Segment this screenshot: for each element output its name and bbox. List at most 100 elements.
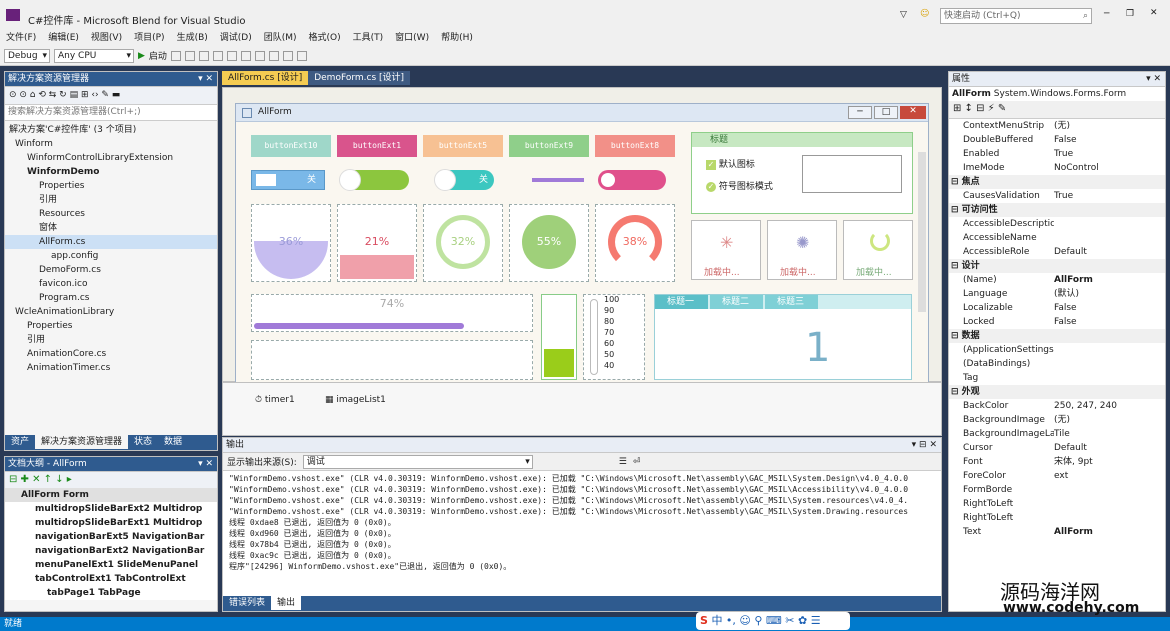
start-button[interactable]: 启动 <box>149 49 167 62</box>
tree-item[interactable]: favicon.ico <box>5 277 217 291</box>
property-value[interactable]: ext <box>1054 469 1068 483</box>
config-select[interactable]: Debug <box>4 48 50 63</box>
property-row[interactable]: AccessibleDescriptic <box>949 217 1165 231</box>
group-textbox[interactable] <box>802 155 902 193</box>
toolbar-icon[interactable] <box>254 50 265 61</box>
outline-item[interactable]: AllForm Form <box>5 488 217 502</box>
wrap-icon[interactable]: ⏎ <box>633 457 641 467</box>
property-value[interactable]: (无) <box>1054 413 1070 427</box>
document-tab[interactable]: DemoForm.cs [设计] <box>308 71 411 85</box>
property-category[interactable]: ⊟ 可访问性 <box>949 203 1165 217</box>
menu-item[interactable]: 项目(P) <box>128 30 170 46</box>
tree-item[interactable]: 窗体 <box>5 221 217 235</box>
tree-item[interactable]: 引用 <box>5 333 217 347</box>
property-category[interactable]: ⊟ 数据 <box>949 329 1165 343</box>
property-category[interactable]: ⊟ 设计 <box>949 259 1165 273</box>
property-value[interactable]: True <box>1054 147 1073 161</box>
tree-item[interactable]: app.config <box>5 249 217 263</box>
slider-line[interactable] <box>532 178 584 182</box>
mini-tab[interactable]: 标题二 <box>710 295 764 309</box>
toolbar-icon[interactable] <box>226 50 237 61</box>
menu-item[interactable]: 工具(T) <box>347 30 390 46</box>
button-ext9[interactable]: buttonExt9 <box>509 135 589 157</box>
property-value[interactable]: (默认) <box>1054 287 1079 301</box>
panel-tab[interactable]: 输出 <box>271 596 302 610</box>
menu-item[interactable]: 文件(F) <box>0 30 42 46</box>
tree-item[interactable]: WinformDemo <box>5 165 217 179</box>
outline-item[interactable]: navigationBarExt2 NavigationBar <box>5 544 217 558</box>
mini-tab[interactable]: 标题一 <box>655 295 709 309</box>
outline-item[interactable]: multidropSlideBarExt2 Multidrop <box>5 502 217 516</box>
solution-search-input[interactable]: 搜索解决方案资源管理器(Ctrl+;) <box>5 105 217 121</box>
checkbox-symbol-mode[interactable]: ✓ 符号图标模式 <box>706 179 773 192</box>
menu-item[interactable]: 生成(B) <box>171 30 214 46</box>
checkbox-default-icon[interactable]: ✓ 默认图标 <box>706 157 755 170</box>
outline-item[interactable]: tabControlExt1 TabControlExt <box>5 572 217 586</box>
property-row[interactable]: RightToLeft <box>949 511 1165 525</box>
menu-item[interactable]: 团队(M) <box>258 30 303 46</box>
property-row[interactable]: Tag <box>949 371 1165 385</box>
tree-item[interactable]: AnimationCore.cs <box>5 347 217 361</box>
button-ext8[interactable]: buttonExt8 <box>595 135 675 157</box>
property-value[interactable]: AllForm <box>1054 273 1093 287</box>
tree-item[interactable]: 解决方案'C#控件库' (3 个项目) <box>5 123 217 137</box>
panel-tab[interactable]: 资产 <box>5 435 35 449</box>
property-row[interactable]: Enabled True <box>949 147 1165 161</box>
tree-item[interactable]: Resources <box>5 207 217 221</box>
toolbar-icon[interactable] <box>184 50 195 61</box>
button-ext10[interactable]: buttonExt10 <box>251 135 331 157</box>
property-row[interactable]: Text AllForm <box>949 525 1165 539</box>
filter-icon[interactable]: ▽ <box>900 10 907 20</box>
clear-icon[interactable]: ☰ <box>619 457 627 467</box>
tree-item[interactable]: Properties <box>5 319 217 333</box>
menu-item[interactable]: 格式(O) <box>303 30 347 46</box>
close-icon[interactable]: ▾ ✕ <box>1146 72 1161 87</box>
property-row[interactable]: (Name) AllForm <box>949 273 1165 287</box>
properties-object[interactable]: AllForm System.Windows.Forms.Form <box>949 87 1165 101</box>
property-value[interactable]: NoControl <box>1054 161 1099 175</box>
property-row[interactable]: Localizable False <box>949 301 1165 315</box>
form-scrollbar[interactable] <box>918 152 926 312</box>
ime-toolbar[interactable]: S 中 •, ☺ ⚲ ⌨ ✂ ✿ ☰ <box>696 612 850 630</box>
play-icon[interactable]: ▶ <box>138 51 145 61</box>
property-row[interactable]: (ApplicationSettings <box>949 343 1165 357</box>
property-value[interactable]: 250, 247, 240 <box>1054 399 1117 413</box>
property-row[interactable]: AccessibleRole Default <box>949 245 1165 259</box>
tree-item[interactable]: Program.cs <box>5 291 217 305</box>
outline-item[interactable]: navigationBarExt5 NavigationBar <box>5 530 217 544</box>
property-row[interactable]: BackColor 250, 247, 240 <box>949 399 1165 413</box>
form-minimize-icon[interactable]: ─ <box>848 106 872 119</box>
form-maximize-icon[interactable]: □ <box>874 106 898 119</box>
menu-item[interactable]: 窗口(W) <box>389 30 435 46</box>
property-value[interactable]: 宋体, 9pt <box>1054 455 1093 469</box>
form-window[interactable]: AllForm ─ □ ✕ buttonExt10 buttonExt1 but… <box>235 103 929 383</box>
panel-tab[interactable]: 状态 <box>128 435 158 449</box>
tree-item[interactable]: Winform <box>5 137 217 151</box>
timer-component[interactable]: ⏱ timer1 <box>255 395 295 405</box>
close-icon[interactable]: ▾ ✕ <box>198 72 213 87</box>
tree-item[interactable]: AnimationTimer.cs <box>5 361 217 375</box>
property-row[interactable]: ForeColor ext <box>949 469 1165 483</box>
tree-item[interactable]: Properties <box>5 179 217 193</box>
maximize-icon[interactable]: ❐ <box>1126 9 1134 19</box>
toolbar-icon[interactable] <box>296 50 307 61</box>
tree-item[interactable]: WinformControlLibraryExtension <box>5 151 217 165</box>
property-row[interactable]: (DataBindings) <box>949 357 1165 371</box>
menu-item[interactable]: 调试(D) <box>214 30 258 46</box>
property-row[interactable]: CausesValidation True <box>949 189 1165 203</box>
toggle-switch-2[interactable] <box>339 169 409 191</box>
property-value[interactable]: Tile <box>1054 427 1070 441</box>
toggle-switch-1[interactable]: 关 <box>251 170 325 190</box>
toggle-switch-3[interactable]: 关 <box>434 169 494 191</box>
panel-tab[interactable]: 解决方案资源管理器 <box>35 435 129 449</box>
quick-launch-input[interactable]: 快速启动 (Ctrl+Q) ⌕ <box>940 8 1092 24</box>
toolbar-icon[interactable] <box>170 50 181 61</box>
outline-item[interactable]: tabPage1 TabPage <box>5 586 217 600</box>
panel-tab[interactable]: 数据 <box>158 435 188 449</box>
button-ext1[interactable]: buttonExt1 <box>337 135 417 157</box>
property-row[interactable]: Cursor Default <box>949 441 1165 455</box>
property-value[interactable]: (无) <box>1054 119 1070 133</box>
property-row[interactable]: AccessibleName <box>949 231 1165 245</box>
toolbar-icon[interactable] <box>268 50 279 61</box>
property-value[interactable]: Default <box>1054 441 1087 455</box>
